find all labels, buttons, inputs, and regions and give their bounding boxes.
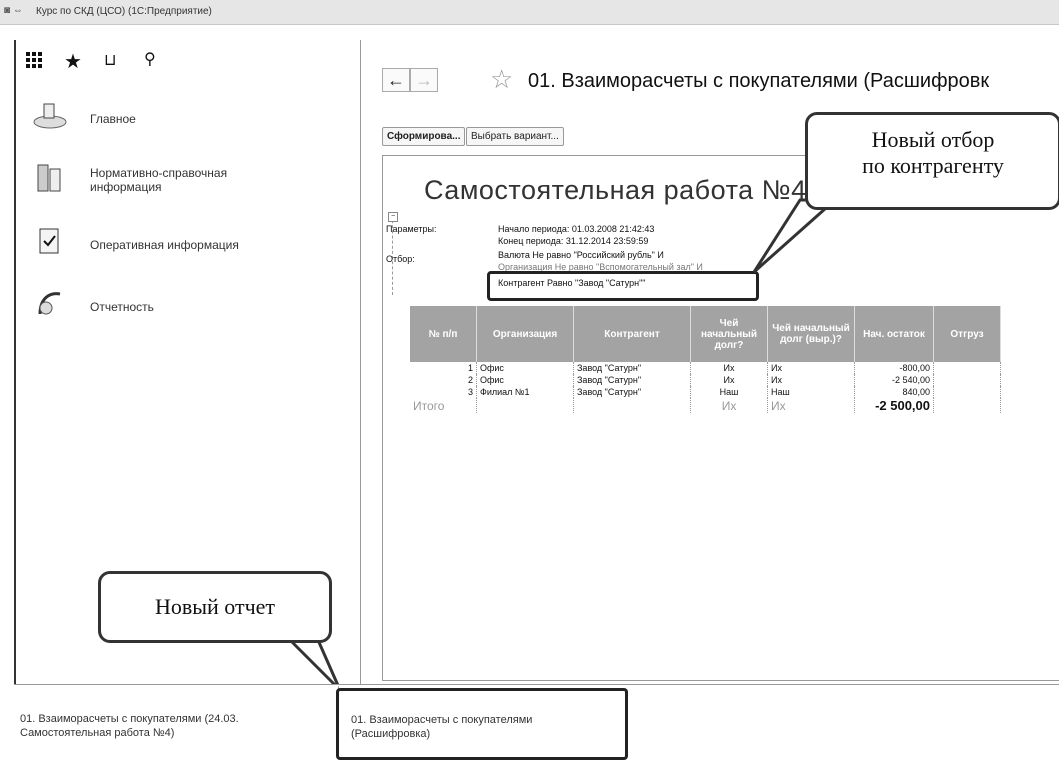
params-label: Параметры: xyxy=(386,224,437,234)
sidebar-item-label: Нормативно-справочная информация xyxy=(90,166,228,194)
sidebar-item-label: Оперативная информация xyxy=(90,238,239,252)
param-end: Конец периода: 31.12.2014 23:59:59 xyxy=(498,236,649,246)
sidebar-item-reports[interactable]: Отчетность xyxy=(20,288,350,328)
col-number: № п/п xyxy=(410,306,477,362)
filter-label: Отбор: xyxy=(386,254,415,264)
window-tab-decoding[interactable]: 01. Взаиморасчеты с покупателями (Расшиф… xyxy=(336,688,628,760)
apps-grid-icon[interactable] xyxy=(26,52,42,73)
window-title: Курс по СКД (ЦСО) (1С:Предприятие) xyxy=(36,6,212,17)
report-table: № п/п Организация Контрагент Чей начальн… xyxy=(410,306,1001,413)
window-titlebar: ◙ ⇔ Курс по СКД (ЦСО) (1С:Предприятие) xyxy=(0,0,1059,25)
sidebar-item-reference[interactable]: Нормативно-справочная информация xyxy=(20,163,350,203)
generate-button[interactable]: Сформирова... xyxy=(382,127,466,146)
sidebar-item-label: Главное xyxy=(90,112,136,126)
forward-button[interactable]: → xyxy=(410,68,438,92)
col-opening-balance: Нач. остаток xyxy=(854,306,934,362)
table-row[interactable]: 2 Офис Завод "Сатурн" Их Их -2 540,00 xyxy=(410,374,1001,386)
history-icon[interactable]: ⊔ xyxy=(104,50,116,70)
col-debt-owner-expr: Чей начальный долг (выр.)? xyxy=(767,306,855,362)
col-counterparty: Контрагент xyxy=(573,306,691,362)
sidebar-item-operative[interactable]: Оперативная информация xyxy=(20,226,350,266)
window-tab-report-4[interactable]: 01. Взаиморасчеты с покупателями (24.03.… xyxy=(20,712,340,740)
col-shipment: Отгруз xyxy=(933,306,1001,362)
collapse-toggle[interactable]: − xyxy=(388,212,398,222)
param-start: Начало периода: 01.03.2008 21:42:43 xyxy=(498,224,655,234)
reference-icon xyxy=(37,164,61,192)
sidebar-item-label: Отчетность xyxy=(90,300,154,314)
filter-highlight-frame xyxy=(487,271,759,301)
col-organization: Организация xyxy=(476,306,574,362)
callout-text: Новый отбор xyxy=(871,127,995,152)
table-row[interactable]: 3 Филиал №1 Завод "Сатурн" Наш Наш 840,0… xyxy=(410,386,1001,398)
window-menu-icon[interactable]: ◙ ⇔ xyxy=(4,5,23,16)
callout-new-filter: Новый отбор по контрагенту xyxy=(805,112,1059,210)
col-debt-owner: Чей начальный долг? xyxy=(690,306,768,362)
report-table-wrap: № п/п Организация Контрагент Чей начальн… xyxy=(410,306,1001,413)
home-icon xyxy=(33,103,67,129)
callout-text: по контрагенту xyxy=(862,153,1004,178)
sidebar-item-main[interactable]: Главное xyxy=(20,100,350,140)
favorite-star-icon[interactable]: ☆ xyxy=(490,64,513,95)
report-icon xyxy=(38,292,61,315)
frame-divider xyxy=(14,40,16,758)
clipboard-icon xyxy=(39,228,59,254)
callout-new-report: Новый отчет xyxy=(98,571,332,643)
select-variant-button[interactable]: Выбрать вариант... xyxy=(466,127,564,146)
table-row[interactable]: 1 Офис Завод "Сатурн" Их Их -800,00 xyxy=(410,362,1001,374)
back-button[interactable]: ← xyxy=(382,68,410,92)
total-row[interactable]: Итого Их Их -2 500,00 xyxy=(410,398,1001,413)
star-icon[interactable]: ★ xyxy=(64,49,82,74)
search-icon[interactable]: ⚲ xyxy=(144,49,156,69)
filter-currency: Валюта Не равно "Российский рубль" И xyxy=(498,250,664,260)
form-title: 01. Взаиморасчеты с покупателями (Расшиф… xyxy=(528,70,990,92)
